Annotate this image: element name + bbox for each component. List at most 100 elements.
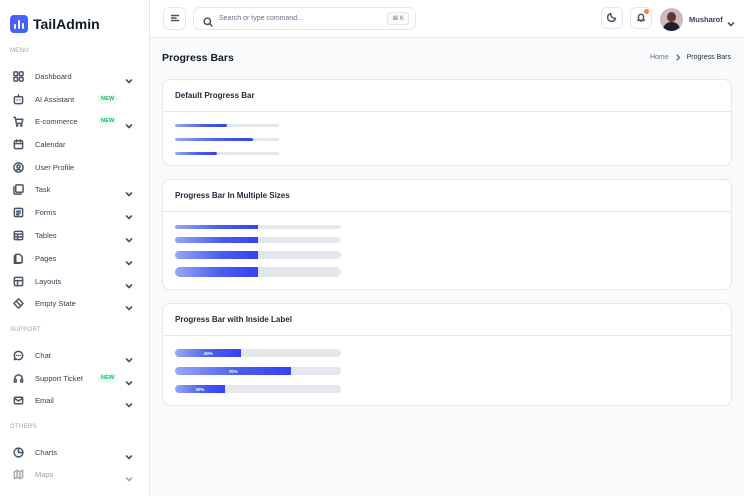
chevron-down-icon	[125, 277, 133, 289]
others-section-label: OTHERS	[10, 424, 37, 430]
progress-label: 70%	[228, 368, 238, 374]
brand-logo[interactable]: TailAdmin	[10, 14, 100, 34]
progress-label: 30%	[195, 386, 205, 392]
user-name: Musharof	[689, 14, 723, 24]
sidebar-item-label: AI Assistant	[35, 94, 75, 104]
dark-mode-toggle-button[interactable]	[601, 7, 623, 29]
menu-section-label: MENU	[10, 48, 29, 54]
map-icon	[11, 467, 25, 481]
search-input[interactable]	[219, 15, 379, 22]
progress-bar-lg	[175, 267, 341, 277]
sidebar-item-tables[interactable]: Tables	[11, 227, 137, 243]
sidebar-toggle-button[interactable]	[163, 7, 186, 30]
breadcrumb-current: Progress Bars	[686, 54, 731, 61]
sidebar-item-label: Chat	[35, 350, 51, 360]
sidebar-item-task[interactable]: Task	[11, 181, 137, 197]
chevron-down-icon	[125, 470, 133, 482]
sidebar-item-calendar[interactable]: Calendar	[11, 136, 137, 152]
new-badge: NEW	[97, 116, 119, 126]
progress-label: 40%	[203, 350, 213, 356]
notification-dot	[644, 9, 649, 14]
card-title: Progress Bar In Multiple Sizes	[163, 180, 731, 212]
progress-fill	[175, 251, 258, 259]
sidebar-item-label: Empty State	[35, 298, 76, 308]
pages-icon	[11, 251, 25, 265]
chevron-down-icon	[125, 231, 133, 243]
task-icon	[11, 182, 25, 196]
sidebar-item-chat[interactable]: Chat	[11, 347, 137, 363]
search-icon	[203, 14, 213, 27]
brand-name: TailAdmin	[33, 16, 100, 32]
progress-bar	[175, 152, 279, 155]
progress-bar: 40%	[175, 349, 341, 357]
sidebar-item-label: Maps	[35, 469, 54, 479]
progress-fill	[175, 124, 227, 127]
sidebar-item-label: Calendar	[35, 139, 66, 149]
empty-state-icon	[11, 296, 25, 310]
mail-icon	[11, 393, 25, 407]
pie-chart-icon	[11, 445, 25, 459]
calendar-icon	[11, 137, 25, 151]
chevron-down-icon	[125, 254, 133, 266]
chevron-right-icon	[675, 54, 681, 61]
logo-icon	[10, 15, 28, 33]
chevron-down-icon	[125, 396, 133, 408]
sidebar-item-support-ticket[interactable]: Support Ticket NEW	[11, 370, 137, 386]
shortcut-hint: ⌘ K	[387, 12, 409, 25]
chevron-down-icon	[727, 15, 735, 27]
notifications-button[interactable]	[630, 7, 652, 29]
support-section-label: SUPPORT	[10, 327, 41, 333]
breadcrumb-home-link[interactable]: Home	[650, 54, 669, 61]
progress-bar: 30%	[175, 385, 341, 393]
table-icon	[11, 228, 25, 242]
sidebar-item-label: Tables	[35, 230, 57, 240]
sidebar-item-label: Dashboard	[35, 71, 72, 81]
top-header: ⌘ K Musharof	[150, 0, 744, 38]
sidebar-item-label: Support Ticket	[35, 373, 83, 383]
progress-bar-sm	[175, 237, 341, 243]
sidebar-item-dashboard[interactable]: Dashboard	[11, 68, 137, 84]
layout-icon	[11, 274, 25, 288]
menu-icon	[170, 10, 180, 28]
chevron-down-icon	[125, 299, 133, 311]
progress-bar: 70%	[175, 367, 341, 375]
sidebar-item-label: Layouts	[35, 276, 62, 286]
sidebar: TailAdmin MENU Dashboard AI Assistant NE…	[0, 0, 150, 496]
sidebar-item-ai-assistant[interactable]: AI Assistant NEW	[11, 91, 137, 107]
sidebar-item-layouts[interactable]: Layouts	[11, 273, 137, 289]
sidebar-item-pages[interactable]: Pages	[11, 250, 137, 266]
progress-fill	[175, 237, 258, 243]
ai-icon	[11, 92, 25, 106]
chat-icon	[11, 348, 25, 362]
new-badge: NEW	[97, 373, 119, 383]
form-icon	[11, 205, 25, 219]
sidebar-item-forms[interactable]: Forms	[11, 204, 137, 220]
sidebar-item-email[interactable]: Email	[11, 392, 137, 408]
sidebar-item-label: Forms	[35, 207, 57, 217]
progress-bar-xs	[175, 225, 341, 229]
chevron-down-icon	[125, 72, 133, 84]
progress-fill	[175, 152, 217, 155]
default-progress-card: Default Progress Bar	[162, 79, 732, 166]
card-title: Progress Bar with Inside Label	[163, 304, 731, 336]
sidebar-item-label: Task	[35, 184, 51, 194]
sidebar-item-label: E-commerce	[35, 116, 78, 126]
card-title: Default Progress Bar	[163, 80, 731, 112]
sidebar-item-maps[interactable]: Maps	[11, 466, 137, 482]
progress-bar-md	[175, 251, 341, 259]
sidebar-item-label: Charts	[35, 447, 58, 457]
sidebar-item-charts[interactable]: Charts	[11, 444, 137, 460]
user-circle-icon	[11, 160, 25, 174]
search-box[interactable]: ⌘ K	[193, 7, 416, 30]
progress-fill	[175, 138, 253, 141]
user-menu[interactable]: Musharof	[660, 7, 735, 31]
sidebar-item-user-profile[interactable]: User Profile	[11, 159, 137, 175]
sidebar-item-e-commerce[interactable]: E-commerce NEW	[11, 113, 137, 129]
moon-icon	[606, 9, 617, 27]
sidebar-item-empty-state[interactable]: Empty State	[11, 295, 137, 311]
sidebar-item-label: User Profile	[35, 162, 75, 172]
page-title: Progress Bars	[162, 52, 234, 64]
chevron-down-icon	[125, 351, 133, 363]
cart-icon	[11, 114, 25, 128]
progress-fill	[175, 225, 258, 229]
